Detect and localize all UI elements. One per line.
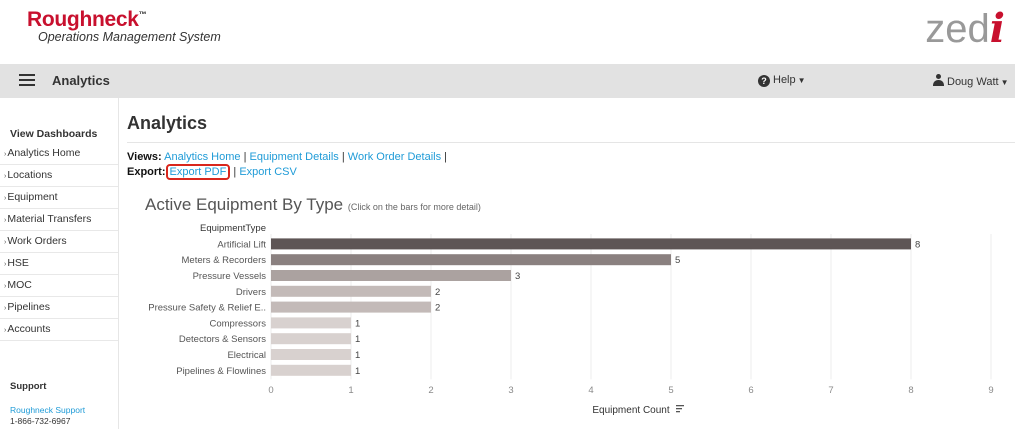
bar[interactable] bbox=[271, 333, 351, 345]
sort-icon-line bbox=[676, 411, 680, 413]
bar-value-label: 1 bbox=[355, 318, 360, 329]
bar-value-label: 1 bbox=[355, 334, 360, 345]
category-label: Detectors & Sensors bbox=[179, 334, 266, 345]
bar[interactable] bbox=[271, 364, 351, 376]
category-label: Pressure Vessels bbox=[193, 271, 267, 282]
category-label: Drivers bbox=[236, 287, 266, 298]
bar-value-label: 3 bbox=[515, 271, 520, 282]
category-label: Meters & Recorders bbox=[182, 255, 267, 266]
category-label: Artificial Lift bbox=[217, 239, 266, 250]
bar-value-label: 2 bbox=[435, 287, 440, 298]
x-tick-label: 2 bbox=[428, 385, 433, 396]
x-tick-label: 3 bbox=[508, 385, 513, 396]
bar[interactable] bbox=[271, 254, 671, 266]
bar[interactable] bbox=[271, 270, 511, 281]
bar-value-label: 1 bbox=[355, 366, 360, 377]
bar-value-label: 1 bbox=[355, 350, 360, 361]
sort-icon-line bbox=[676, 408, 682, 410]
x-tick-label: 9 bbox=[988, 385, 993, 396]
bar[interactable] bbox=[271, 317, 351, 329]
bar-value-label: 2 bbox=[435, 303, 440, 314]
x-axis-title: Equipment Count bbox=[592, 405, 669, 416]
x-tick-label: 4 bbox=[588, 385, 593, 396]
equipment-bar-chart: 0 1 2 3 4 5 6 7 8 9 EquipmentType Artificial Lift 8 M… bbox=[148, 223, 993, 416]
bar[interactable] bbox=[271, 238, 911, 250]
bar[interactable] bbox=[271, 301, 431, 313]
bar[interactable] bbox=[271, 349, 351, 360]
x-tick-label: 8 bbox=[908, 385, 913, 396]
bar-value-label: 5 bbox=[675, 255, 680, 266]
x-tick-label: 7 bbox=[828, 385, 833, 396]
category-label: Compressors bbox=[210, 318, 267, 329]
category-label: Electrical bbox=[227, 350, 266, 361]
category-label: Pressure Safety & Relief E.. bbox=[148, 303, 266, 314]
category-axis-header: EquipmentType bbox=[200, 223, 266, 234]
sort-icon[interactable] bbox=[676, 405, 684, 407]
x-tick-label: 6 bbox=[748, 385, 753, 396]
x-tick-label: 0 bbox=[268, 385, 273, 396]
x-tick-label: 1 bbox=[348, 385, 353, 396]
x-tick-label: 5 bbox=[668, 385, 673, 396]
category-label: Pipelines & Flowlines bbox=[176, 366, 266, 377]
bar[interactable] bbox=[271, 285, 431, 297]
bar-value-label: 8 bbox=[915, 239, 920, 250]
